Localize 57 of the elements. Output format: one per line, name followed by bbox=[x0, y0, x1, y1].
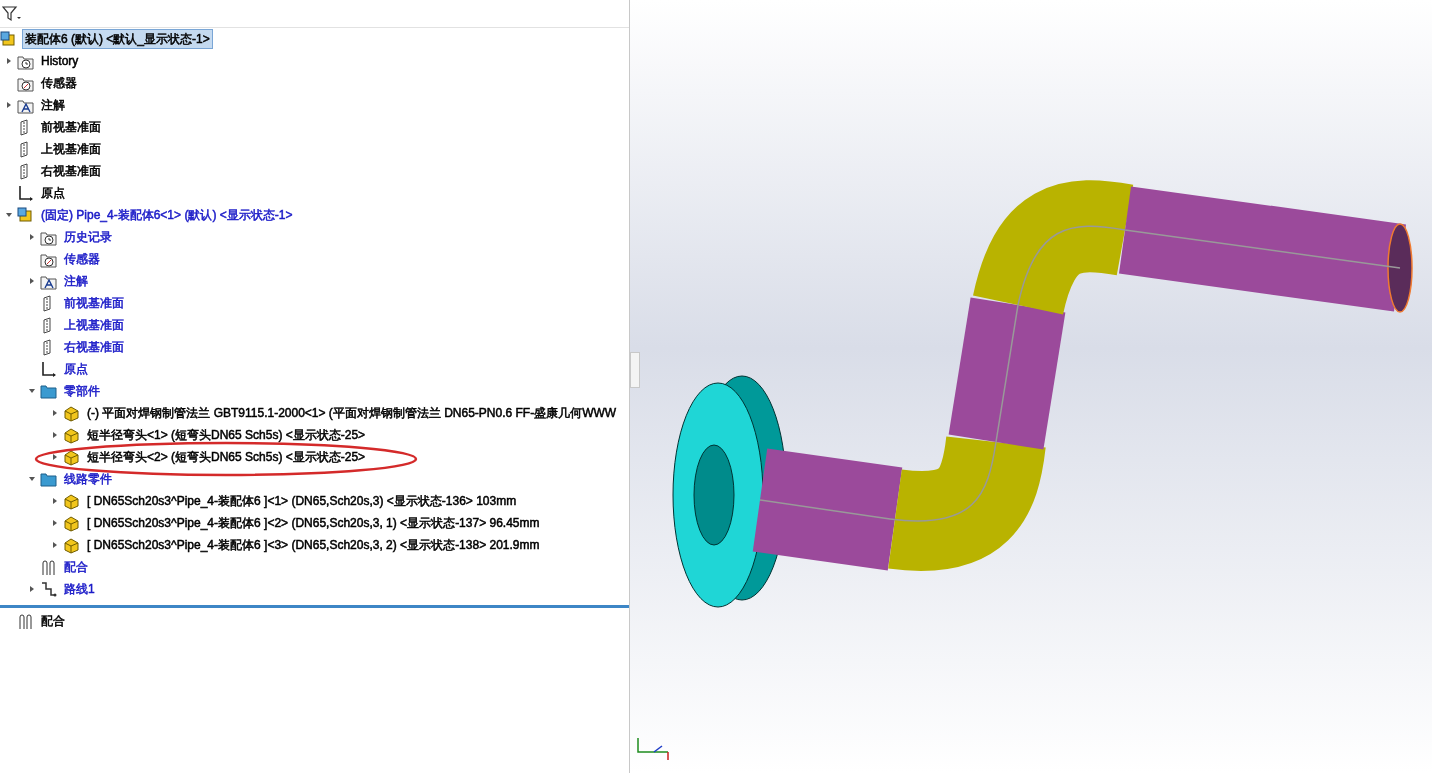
collapsed-caret-icon[interactable] bbox=[4, 57, 13, 65]
tree-item[interactable]: 右视基准面 bbox=[39, 162, 103, 180]
folder-icon bbox=[40, 382, 57, 400]
tree-item[interactable]: [ DN65Sch20s3^Pipe_4-装配体6 ]<1> (DN65,Sch20s,3) <显示状态-136> 103mm bbox=[85, 492, 519, 510]
collapsed-caret-icon[interactable] bbox=[50, 519, 59, 527]
collapsed-caret-icon[interactable] bbox=[27, 233, 36, 241]
collapsed-caret-icon[interactable] bbox=[50, 409, 59, 417]
tree-item[interactable]: 装配体6 (默认) <默认_显示状态-1> bbox=[22, 29, 213, 49]
tree-item[interactable]: 前视基准面 bbox=[62, 294, 126, 312]
tree-item[interactable]: [ DN65Sch20s3^Pipe_4-装配体6 ]<2> (DN65,Sch20s,3, 1) <显示状态-137> 96.45mm bbox=[85, 514, 542, 532]
mates-icon bbox=[17, 612, 34, 630]
folder-icon bbox=[40, 470, 57, 488]
tree-item[interactable]: 原点 bbox=[39, 184, 67, 202]
tree-item[interactable]: 传感器 bbox=[62, 250, 102, 268]
tree-item[interactable]: 上视基准面 bbox=[39, 140, 103, 158]
part-icon bbox=[63, 448, 80, 466]
part-icon bbox=[63, 514, 80, 532]
tree-item[interactable]: 历史记录 bbox=[62, 228, 114, 246]
tree-item[interactable]: 注解 bbox=[39, 96, 67, 114]
tree-item[interactable]: 原点 bbox=[62, 360, 90, 378]
collapsed-caret-icon[interactable] bbox=[50, 453, 59, 461]
part-icon bbox=[63, 404, 80, 422]
tree-item[interactable]: 线路零件 bbox=[62, 470, 114, 488]
tree-item[interactable]: 右视基准面 bbox=[62, 338, 126, 356]
assembly-icon bbox=[0, 30, 17, 48]
tree-item[interactable]: 传感器 bbox=[39, 74, 79, 92]
expanded-caret-icon[interactable] bbox=[27, 475, 36, 483]
part-icon bbox=[63, 492, 80, 510]
tree-item[interactable]: 路线1 bbox=[62, 580, 97, 598]
route-icon bbox=[40, 580, 57, 598]
collapsed-caret-icon[interactable] bbox=[4, 101, 13, 109]
collapsed-caret-icon[interactable] bbox=[50, 431, 59, 439]
tree-item[interactable]: [ DN65Sch20s3^Pipe_4-装配体6 ]<3> (DN65,Sch20s,3, 2) <显示状态-138> 201.9mm bbox=[85, 536, 542, 554]
tree-item[interactable]: 前视基准面 bbox=[39, 118, 103, 136]
part-icon bbox=[63, 536, 80, 554]
tree-item[interactable]: 配合 bbox=[62, 558, 90, 576]
expanded-caret-icon[interactable] bbox=[4, 211, 13, 219]
tree-item[interactable]: 配合 bbox=[39, 612, 67, 630]
tree-item[interactable]: (固定) Pipe_4-装配体6<1> (默认) <显示状态-1> bbox=[39, 206, 295, 224]
origin-icon bbox=[17, 184, 34, 202]
tree-item[interactable]: History bbox=[39, 52, 81, 70]
mates-icon bbox=[40, 558, 57, 576]
collapsed-caret-icon[interactable] bbox=[50, 541, 59, 549]
expanded-caret-icon[interactable] bbox=[27, 387, 36, 395]
tree-item[interactable]: 上视基准面 bbox=[62, 316, 126, 334]
part-icon bbox=[63, 426, 80, 444]
assembly-icon bbox=[17, 206, 34, 224]
collapsed-caret-icon[interactable] bbox=[50, 497, 59, 505]
tree-item[interactable]: 短半径弯头<1> (短弯头DN65 Sch5s) <显示状态-25> bbox=[85, 426, 368, 444]
tree-item[interactable]: (-) 平面对焊钢制管法兰 GBT9115.1-2000<1> (平面对焊钢制管法兰 DN65-PN0.6 FF-盛康几何WWW bbox=[85, 404, 619, 422]
tree-item[interactable]: 注解 bbox=[62, 272, 90, 290]
panel-collapse-handle[interactable] bbox=[630, 352, 640, 388]
filter-icon[interactable] bbox=[2, 5, 22, 22]
tree-item[interactable]: 零部件 bbox=[62, 382, 102, 400]
origin-icon bbox=[40, 360, 57, 378]
collapsed-caret-icon[interactable] bbox=[27, 277, 36, 285]
collapsed-caret-icon[interactable] bbox=[27, 585, 36, 593]
